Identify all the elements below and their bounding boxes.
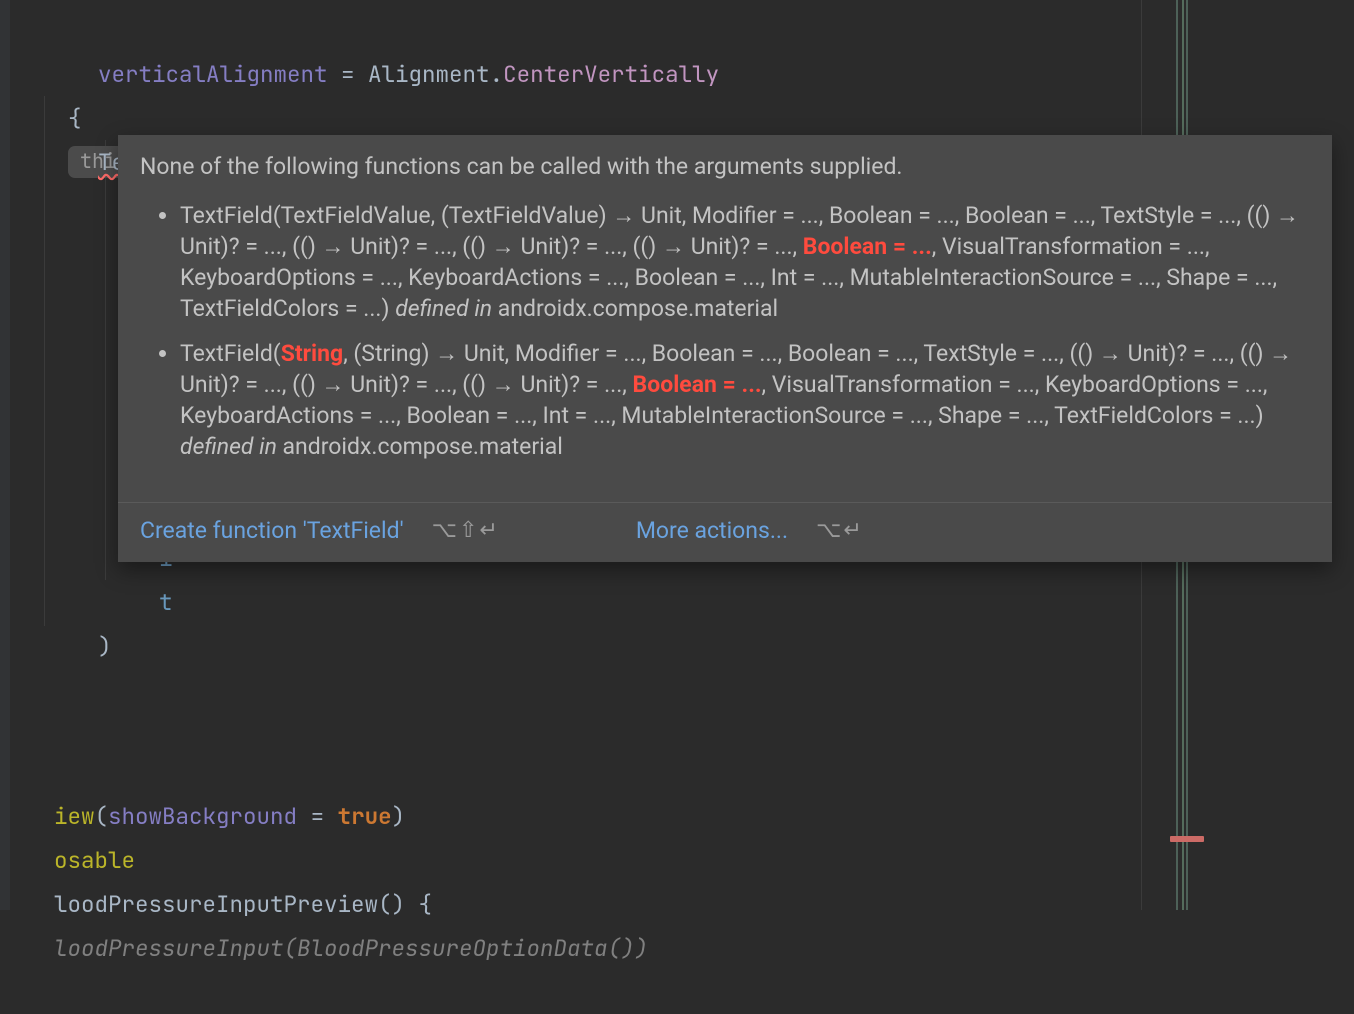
paren-close: ) [635, 933, 649, 963]
class-call: BloodPressureOptionData [297, 933, 608, 963]
tooltip-title: None of the following functions can be c… [140, 151, 1310, 182]
op-dot: . [490, 59, 504, 89]
overload-item: TextField(TextFieldValue, (TextFieldValu… [180, 200, 1310, 324]
shortcut-hint: ⌥↵ [816, 518, 864, 543]
code-line: loodPressureInput(BloodPressureOptionDat… [0, 882, 648, 1014]
package-name: androidx.compose.material [283, 433, 563, 460]
op-equals: = [328, 59, 369, 89]
class-ref: Alignment [368, 59, 490, 89]
code-text: t [159, 587, 173, 617]
tooltip-body: None of the following functions can be c… [118, 135, 1332, 502]
mismatched-param: String [281, 340, 344, 367]
defined-in-label: defined in [395, 295, 498, 322]
paren-close: ) [98, 631, 112, 661]
quickfix-more-actions[interactable]: More actions... [636, 517, 788, 544]
error-tooltip: None of the following functions can be c… [118, 135, 1332, 562]
paren-open: ( [284, 933, 298, 963]
overload-list: TextField(TextFieldValue, (TextFieldValu… [140, 200, 1310, 462]
member-ref: CenterVertically [503, 59, 719, 89]
quickfix-create-function[interactable]: Create function 'TextField' [140, 517, 404, 544]
code-line: ) [44, 580, 112, 712]
call: loodPressureInput [54, 933, 284, 963]
shortcut-hint: ⌥⇧↵ [432, 518, 500, 543]
paren-close: ) [392, 801, 406, 831]
tooltip-actions: Create function 'TextField' ⌥⇧↵ More act… [118, 502, 1332, 562]
mismatched-param: Boolean = ... [803, 233, 932, 260]
defined-in-label: defined in [180, 433, 283, 460]
paren-pair: () [608, 933, 635, 963]
keyword-true: true [338, 801, 392, 831]
overload-item: TextField(String, (String) → Unit, Modif… [180, 338, 1310, 462]
named-arg: showBackground [108, 801, 297, 831]
op-equals: = [297, 801, 338, 831]
package-name: androidx.compose.material [498, 295, 778, 322]
mismatched-param: Boolean = ... [633, 371, 762, 398]
signature-text: TextField( [180, 340, 281, 367]
